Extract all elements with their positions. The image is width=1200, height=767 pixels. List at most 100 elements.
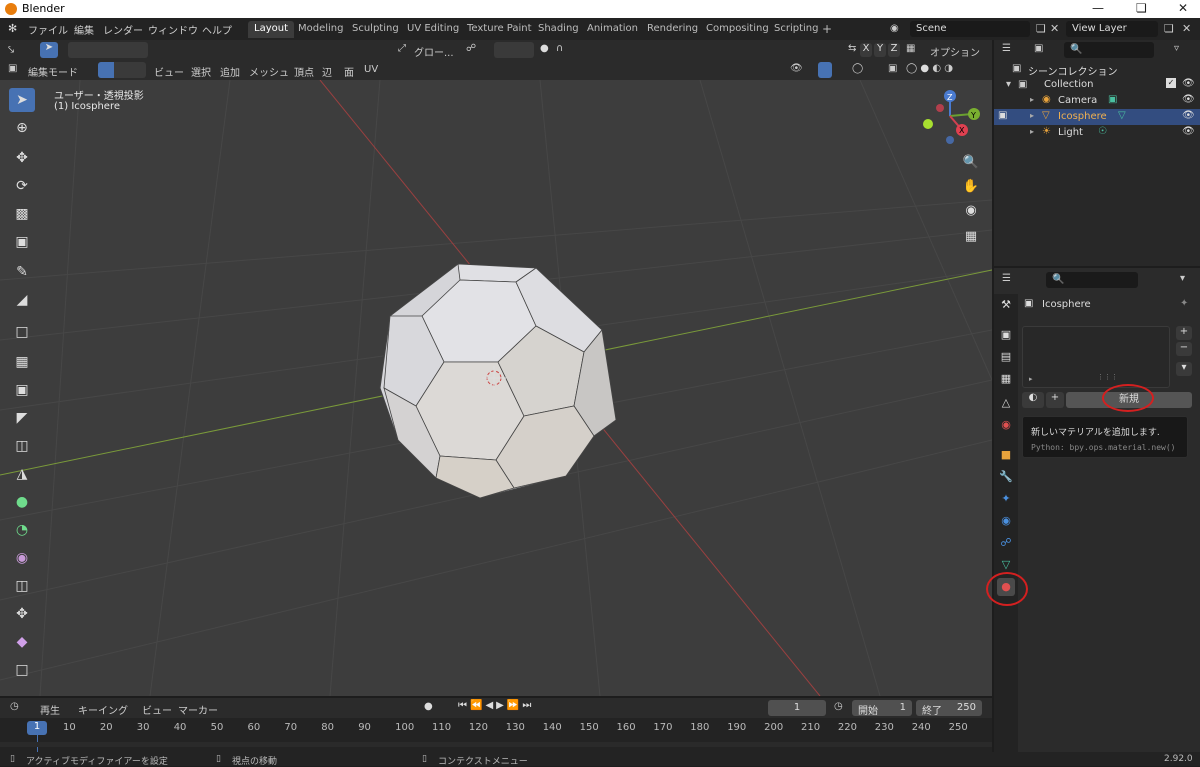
tab-uv-editing[interactable]: UV Editing (401, 21, 465, 38)
slot-specials-button[interactable]: ▾ (1176, 362, 1192, 376)
view-layer-field[interactable]: View Layer (1066, 21, 1158, 37)
tab-modeling[interactable]: Modeling (292, 21, 350, 38)
proportional-edit-icon[interactable]: ● (540, 43, 549, 54)
wireframe-shading-icon[interactable]: ◯ (906, 63, 917, 74)
add-cube-tool-icon[interactable]: □ (9, 320, 35, 344)
expand-arrow-icon[interactable]: ▸ (1030, 111, 1034, 120)
axis-z-toggle[interactable]: Z (888, 43, 900, 57)
ortho-grid-icon[interactable]: ▦ (960, 226, 982, 248)
bevel-tool-icon[interactable]: ◤ (9, 406, 35, 430)
constraints-tab-icon[interactable]: ☍ (997, 534, 1015, 552)
current-frame-field[interactable]: 1 (768, 700, 826, 716)
loop-cut-tool-icon[interactable]: ◫ (9, 434, 35, 458)
solid-shading-icon[interactable]: ● (920, 63, 929, 74)
spin-tool-icon[interactable]: ◔ (9, 518, 35, 542)
topology-mirror-icon[interactable]: ▦ (906, 43, 915, 54)
rotate-tool-icon[interactable]: ⟳ (9, 174, 35, 198)
camera-view-icon[interactable]: ◉ (960, 200, 982, 222)
shear-tool-icon[interactable]: ◆ (9, 630, 35, 654)
visibility-icon[interactable]: 👁 (790, 63, 803, 74)
rendered-shading-icon[interactable]: ◑ (944, 63, 953, 74)
outliner-scene-collection[interactable]: ▣ シーンコレクション (994, 61, 1200, 78)
transform-tool-icon[interactable]: ▣ (9, 230, 35, 254)
smooth-tool-icon[interactable]: ◉ (9, 546, 35, 570)
outliner-collection[interactable]: ▾ ▣ Collection ✓ 👁 (994, 77, 1200, 93)
list-resize-handle[interactable]: ⋮⋮⋮ (1097, 373, 1118, 381)
display-mode-icon[interactable]: ▣ (1034, 43, 1043, 54)
add-workspace-icon[interactable]: + (822, 22, 832, 36)
collection-checkbox[interactable]: ✓ (1166, 78, 1176, 88)
outliner-editor-icon[interactable]: ☰ (1002, 43, 1011, 54)
gizmo-toggle-icon[interactable] (818, 62, 832, 78)
play-reverse-icon[interactable]: ◀ (485, 700, 496, 711)
tab-layout[interactable]: Layout (248, 21, 294, 38)
outliner-camera[interactable]: ▸ ◉ Camera ▣ 👁 (994, 93, 1200, 109)
light-visibility-icon[interactable]: 👁 (1182, 126, 1195, 137)
pivot-icon[interactable]: ☍ (466, 43, 476, 54)
duplicate-scene-icon[interactable]: ❏ (1036, 22, 1046, 35)
menu-playback[interactable]: 再生 (40, 702, 60, 717)
camera-visibility-icon[interactable]: 👁 (1182, 94, 1195, 105)
tab-compositing[interactable]: Compositing (700, 21, 775, 38)
scene-tab-icon[interactable]: △ (997, 394, 1015, 412)
annotate-tool-icon[interactable]: ✎ (9, 260, 35, 284)
output-tab-icon[interactable]: ▤ (997, 348, 1015, 366)
menu-edit[interactable]: 編集 (74, 22, 94, 37)
3d-viewport[interactable]: Z Y X ユーザー・透視投影 (1) Icosphere ➤ ⊕ ✥ ⟳ ▩ … (0, 80, 992, 696)
select-box-tool-icon[interactable]: ➤ (9, 88, 35, 112)
inset-tool-icon[interactable]: ▣ (9, 378, 35, 402)
menu-render[interactable]: レンダー (103, 22, 143, 37)
expand-arrow-icon[interactable]: ▸ (1030, 127, 1034, 136)
menu-select[interactable]: 選択 (191, 64, 211, 79)
properties-editor-icon[interactable]: ☰ (1002, 273, 1011, 284)
world-tab-icon[interactable]: ◉ (997, 416, 1015, 434)
transform-tool-icon[interactable]: ⤥ (8, 43, 14, 57)
expand-arrow-icon[interactable]: ▸ (1030, 95, 1034, 104)
vertex-select-icon[interactable] (98, 62, 114, 78)
collection-visibility-icon[interactable]: 👁 (1182, 78, 1195, 89)
zoom-icon[interactable]: 🔍 (960, 152, 982, 174)
icosphere-mesh[interactable] (379, 263, 617, 499)
mesh-data-icon[interactable]: ▽ (1118, 110, 1126, 121)
timeline-area[interactable]: 1 10 20 30 40 50 60 70 80 90 100 110 120 130 140 150 16… (0, 718, 992, 752)
playback-controls[interactable]: ⏮⏪◀▶⏩⏭ (458, 700, 554, 716)
maximize-icon[interactable]: ❏ (1136, 1, 1147, 15)
tab-shading[interactable]: Shading (532, 21, 585, 38)
tab-animation[interactable]: Animation (581, 21, 644, 38)
expand-arrow-icon[interactable]: ▾ (1006, 79, 1011, 90)
shrink-fatten-tool-icon[interactable]: ✥ (9, 602, 35, 626)
light-data-icon[interactable]: ☉ (1098, 126, 1107, 137)
menu-vertex[interactable]: 頂点 (294, 64, 314, 79)
snap-buttons[interactable] (494, 42, 534, 58)
view-layer-tab-icon[interactable]: ▦ (997, 370, 1015, 388)
physics-tab-icon[interactable]: ◉ (997, 512, 1015, 530)
editor-type-icon[interactable]: ▣ (8, 63, 17, 74)
filter-icon[interactable]: ▿ (1174, 43, 1179, 54)
rip-region-tool-icon[interactable]: □ (9, 658, 35, 682)
material-shading-icon[interactable]: ◐ (932, 63, 941, 74)
next-key-icon[interactable]: ⏩ (507, 700, 522, 711)
options-dropdown[interactable]: オプション (930, 44, 980, 59)
browse-material-icon[interactable]: ◐ (1022, 392, 1044, 408)
cursor-tool-icon[interactable]: ⊕ (9, 116, 35, 140)
poly-build-tool-icon[interactable]: ● (9, 490, 35, 514)
properties-options-icon[interactable]: ▾ (1180, 273, 1185, 284)
overlay-icon[interactable]: ◯ (852, 63, 863, 74)
play-icon[interactable]: ▶ (496, 700, 507, 711)
edit-mode-icon[interactable]: ▣ (998, 110, 1007, 121)
axis-x-toggle[interactable]: X (860, 43, 872, 57)
object-tab-icon[interactable]: ■ (997, 446, 1015, 464)
menu-marker[interactable]: マーカー (178, 702, 218, 717)
tab-sculpting[interactable]: Sculpting (346, 21, 405, 38)
pin-icon[interactable]: ✦ (1180, 298, 1188, 309)
scene-icon[interactable]: ◉ (890, 23, 899, 34)
icosphere-visibility-icon[interactable]: 👁 (1182, 110, 1195, 121)
close-icon[interactable]: ✕ (1178, 1, 1188, 15)
orientation-dropdown[interactable]: グロー... (414, 44, 454, 59)
menu-face[interactable]: 面 (344, 64, 354, 79)
timeline-scrollbar[interactable] (0, 742, 992, 747)
menu-add[interactable]: 追加 (220, 64, 240, 79)
menu-file[interactable]: ファイル (28, 22, 68, 37)
move-tool-icon[interactable]: ✥ (9, 146, 35, 170)
jump-end-icon[interactable]: ⏭ (522, 700, 534, 711)
